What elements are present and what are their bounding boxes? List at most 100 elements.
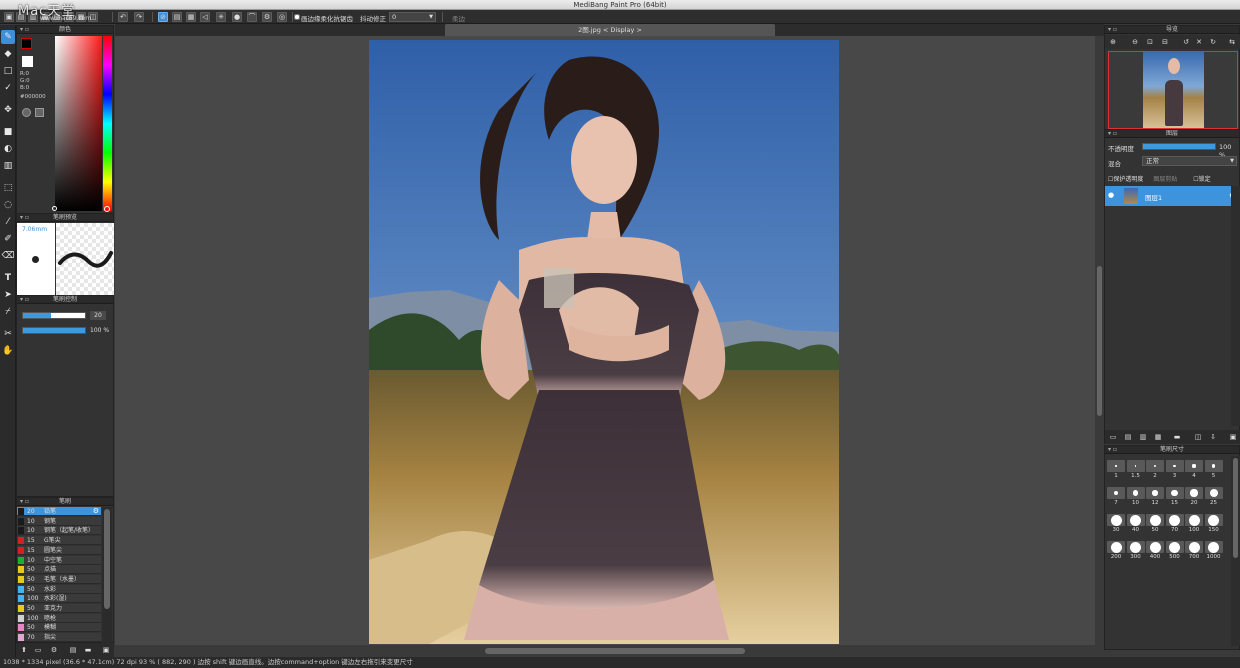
- brush-list-item[interactable]: 50 点描: [17, 565, 101, 575]
- blend-mode-select[interactable]: 正常 ▼: [1142, 156, 1237, 166]
- brush-size-preset[interactable]: [1204, 460, 1223, 472]
- duplicate-layer-icon[interactable]: ◫: [1193, 432, 1203, 442]
- brush-size-preset[interactable]: [1185, 541, 1203, 553]
- operation-tool-icon[interactable]: ➤: [1, 288, 15, 302]
- undo-icon[interactable]: ↶: [118, 12, 128, 22]
- color-saturation-field[interactable]: [55, 36, 102, 211]
- brush-delete-icon[interactable]: ▣: [101, 645, 111, 655]
- text-tool-icon[interactable]: T: [1, 271, 15, 285]
- brush-list-item[interactable]: 100 水彩(湿): [17, 594, 101, 604]
- brush-add-icon[interactable]: ▭: [33, 645, 43, 655]
- snap-circle-icon[interactable]: ●: [232, 12, 242, 22]
- magic-wand-icon[interactable]: ⁄: [1, 215, 15, 229]
- panel-collapse-icon[interactable]: ▾ ▫: [20, 214, 29, 222]
- brush-import-icon[interactable]: ⬆: [19, 645, 29, 655]
- new-layer-icon[interactable]: ▭: [1108, 432, 1118, 442]
- brush-size-preset[interactable]: [1107, 460, 1125, 472]
- brush-size-preset[interactable]: [1185, 460, 1203, 472]
- snap-curve-icon[interactable]: ⌒: [247, 12, 257, 22]
- brush-list-item[interactable]: 15 G笔尖: [17, 536, 101, 546]
- brush-settings-gear-icon[interactable]: ⚙: [93, 507, 99, 516]
- reset-rotation-icon[interactable]: ✕: [1194, 37, 1204, 47]
- brush-list-item[interactable]: 50 亚克力: [17, 604, 101, 613]
- panel-collapse-icon[interactable]: ▾ ▫: [1108, 130, 1117, 138]
- hand-tool-icon[interactable]: ✋: [1, 344, 15, 358]
- layer-visibility-eye-icon[interactable]: ●: [1108, 191, 1114, 199]
- brush-size-preset[interactable]: [1204, 514, 1223, 526]
- fit-window-icon[interactable]: ⊡: [1145, 37, 1155, 47]
- panel-collapse-icon[interactable]: ▾ ▫: [20, 26, 29, 34]
- canvas-vertical-scrollbar[interactable]: [1095, 36, 1104, 645]
- canvas-horizontal-scrollbar[interactable]: [115, 645, 1104, 657]
- brush-size-preset[interactable]: [1185, 514, 1203, 526]
- selection-pen-icon[interactable]: ✐: [1, 232, 15, 246]
- navigator-preview[interactable]: [1108, 51, 1238, 129]
- brush-size-slider[interactable]: [22, 312, 86, 319]
- layer-merge-icon[interactable]: ⇩: [1208, 432, 1218, 442]
- brush-copy-icon[interactable]: ▤: [68, 645, 78, 655]
- layers-scrollbar[interactable]: [1231, 186, 1240, 426]
- hue-slider-handle[interactable]: [104, 206, 110, 212]
- flip-horizontal-icon[interactable]: ⇆: [1227, 37, 1237, 47]
- brush-size-preset[interactable]: [1126, 541, 1145, 553]
- brush-list-item[interactable]: 10 钢笔: [17, 516, 101, 526]
- brush-size-preset[interactable]: [1107, 541, 1125, 553]
- brush-opacity-slider[interactable]: [22, 327, 86, 334]
- redo-icon[interactable]: ↷: [134, 12, 144, 22]
- brush-size-preset[interactable]: [1146, 541, 1164, 553]
- brush-size-preset[interactable]: [1107, 487, 1125, 499]
- divide-tool-icon[interactable]: ✂: [1, 327, 15, 341]
- rotate-right-icon[interactable]: ↻: [1208, 37, 1218, 47]
- new-file-icon[interactable]: ▣: [4, 12, 14, 22]
- eraser-tool-icon[interactable]: ◆: [1, 47, 15, 61]
- scrollbar-thumb[interactable]: [1097, 266, 1102, 416]
- new-8bit-layer-icon[interactable]: ▥: [1138, 432, 1148, 442]
- snap-grid-icon[interactable]: ▦: [186, 12, 196, 22]
- dot-tool-icon[interactable]: □: [1, 64, 15, 78]
- brush-size-preset[interactable]: [1126, 487, 1145, 499]
- snap-parallel-icon[interactable]: ▤: [172, 12, 182, 22]
- brush-folder-icon[interactable]: ▬: [83, 645, 93, 655]
- brush-list-item[interactable]: 10 钢笔（起笔/收笔）: [17, 526, 101, 536]
- brush-size-preset[interactable]: [1185, 487, 1203, 499]
- brush-size-preset[interactable]: [1146, 460, 1164, 472]
- zoom-out-icon[interactable]: ⊖: [1130, 37, 1140, 47]
- snap-radial-icon[interactable]: ✳: [216, 12, 226, 22]
- brush-settings-icon[interactable]: ⚙: [49, 645, 59, 655]
- document-tab[interactable]: 2图.jpg < Display >: [445, 24, 775, 36]
- brush-size-preset[interactable]: [1165, 487, 1184, 499]
- fill-tool-icon[interactable]: ◐: [1, 142, 15, 156]
- selection-eraser-icon[interactable]: ⌫: [1, 249, 15, 263]
- move-tool-icon[interactable]: ✥: [1, 103, 15, 117]
- snap-target-icon[interactable]: ◎: [277, 12, 287, 22]
- layer-row[interactable]: ● 图层1 ⚙: [1105, 186, 1240, 206]
- stabilizer-select[interactable]: 0 ▼: [389, 12, 436, 22]
- brush-size-preset[interactable]: [1204, 541, 1223, 553]
- snap-perspective-icon[interactable]: ◁: [200, 12, 210, 22]
- scrollbar-thumb[interactable]: [485, 648, 745, 654]
- color-history-icon[interactable]: [35, 108, 44, 117]
- lasso-tool-icon[interactable]: ◌: [1, 198, 15, 212]
- brush-list-item[interactable]: 50 模糊: [17, 623, 101, 633]
- new-folder-icon[interactable]: ▬: [1172, 432, 1182, 442]
- brush-list-item[interactable]: 20 铅笔 ⚙: [17, 507, 101, 516]
- foreground-color-swatch[interactable]: [21, 38, 32, 49]
- antialias-checkbox[interactable]: [294, 14, 300, 20]
- scrollbar-thumb[interactable]: [104, 509, 110, 609]
- brush-list-item[interactable]: 50 毛笔（水墨）: [17, 574, 101, 584]
- brush-list-item[interactable]: 70 指尖: [17, 633, 101, 643]
- brush-list-item[interactable]: 100 喷枪: [17, 613, 101, 623]
- brush-size-preset[interactable]: [1126, 460, 1145, 472]
- brush-list-scrollbar[interactable]: [102, 507, 112, 643]
- gradient-tool-icon[interactable]: ▥: [1, 159, 15, 173]
- brush-size-scrollbar[interactable]: [1231, 456, 1240, 646]
- brush-size-preset[interactable]: [1165, 541, 1184, 553]
- delete-layer-icon[interactable]: ▣: [1228, 432, 1238, 442]
- brush-size-preset[interactable]: [1146, 487, 1164, 499]
- color-picker-cursor[interactable]: [52, 206, 57, 211]
- zoom-in-icon[interactable]: ⊕: [1108, 37, 1118, 47]
- snap-settings-icon[interactable]: ⚙: [262, 12, 272, 22]
- panel-collapse-icon[interactable]: ▾ ▫: [20, 296, 29, 304]
- brush-size-preset[interactable]: [1146, 514, 1164, 526]
- brush-size-field[interactable]: 20: [90, 311, 106, 320]
